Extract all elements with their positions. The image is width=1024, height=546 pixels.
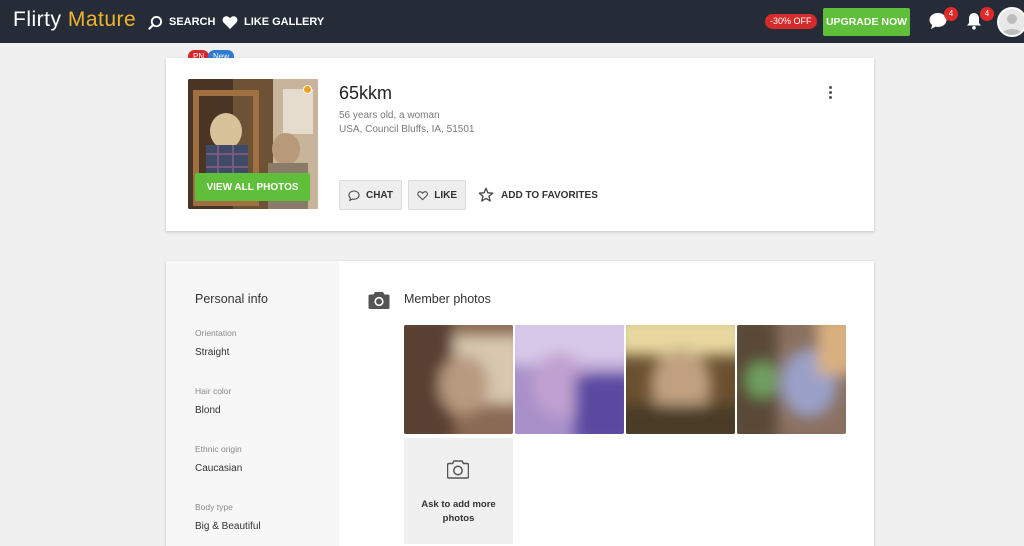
profile-location: USA, Council Bluffs, IA, 51501 [339, 124, 475, 135]
chat-button-label: CHAT [365, 189, 393, 201]
nav-search-label: SEARCH [169, 16, 216, 28]
avatar-placeholder-icon [1002, 14, 1022, 35]
site-logo[interactable]: Flirty Mature [13, 8, 136, 32]
like-button[interactable]: LIKE [408, 180, 466, 210]
member-photo-thumbnail[interactable] [626, 325, 735, 434]
notifications-count-badge: 4 [980, 7, 994, 21]
camera-outline-icon [447, 460, 469, 479]
chat-button[interactable]: CHAT [339, 180, 402, 210]
blurred-photo-4 [737, 325, 846, 434]
orientation-value: Straight [195, 347, 230, 358]
ethnic-origin-value: Caucasian [195, 463, 243, 474]
like-button-label: LIKE [434, 189, 457, 201]
search-icon [148, 15, 163, 30]
discount-badge[interactable]: -30% OFF [765, 14, 817, 29]
member-photo-thumbnail[interactable] [737, 325, 846, 434]
heart-outline-icon [417, 190, 428, 200]
nav-search-link[interactable]: SEARCH [148, 13, 215, 31]
member-photo-thumbnail[interactable] [515, 325, 624, 434]
ethnic-origin-label: Ethnic origin [195, 444, 242, 454]
top-navigation-bar: Flirty Mature SEARCH LIKE GALLERY -30% O… [0, 0, 1024, 43]
user-avatar[interactable] [997, 7, 1024, 37]
nav-like-gallery-label: LIKE GALLERY [244, 16, 325, 28]
member-photo-thumbnail[interactable] [404, 325, 513, 434]
personal-info-panel: Personal info Orientation Straight Hair … [166, 261, 339, 546]
body-type-label: Body type [195, 502, 233, 512]
logo-text-part2: Mature [67, 8, 137, 31]
blurred-photo-2 [515, 325, 624, 434]
star-outline-icon [478, 187, 494, 202]
logo-text-part1: Flirty [13, 8, 68, 31]
hair-color-value: Blond [195, 405, 221, 416]
profile-details-card: Personal info Orientation Straight Hair … [166, 261, 874, 546]
notifications-button[interactable]: 4 [964, 7, 994, 33]
more-options-icon[interactable] [826, 86, 834, 102]
heart-icon [222, 15, 238, 29]
profile-username: 65kkm [339, 83, 393, 103]
view-all-photos-button[interactable]: VIEW ALL PHOTOS [195, 173, 310, 201]
nav-like-gallery-link[interactable]: LIKE GALLERY [222, 13, 324, 31]
ask-more-photos-label: Ask to add more photos [421, 499, 496, 524]
hair-color-label: Hair color [195, 386, 232, 396]
camera-icon [368, 292, 390, 309]
profile-card: VIEW ALL PHOTOS 65kkm 56 years old, a wo… [166, 58, 874, 231]
blurred-photo-3 [626, 325, 735, 434]
add-to-favorites-button[interactable]: ADD TO FAVORITES [478, 180, 598, 210]
member-photos-title: Member photos [404, 292, 491, 306]
chat-outline-icon [348, 189, 360, 201]
messages-count-badge: 4 [944, 7, 958, 21]
orientation-label: Orientation [195, 328, 237, 338]
add-to-favorites-label: ADD TO FAVORITES [501, 189, 598, 201]
upgrade-now-button[interactable]: UPGRADE NOW [823, 8, 910, 36]
body-type-value: Big & Beautiful [195, 521, 261, 532]
blurred-photo-1 [404, 325, 513, 434]
messages-button[interactable]: 4 [928, 7, 958, 33]
ask-more-photos-button[interactable]: Ask to add more photos [404, 438, 513, 544]
personal-info-title: Personal info [195, 292, 268, 306]
online-status-indicator [303, 85, 312, 94]
profile-age-gender: 56 years old, a woman [339, 110, 440, 121]
